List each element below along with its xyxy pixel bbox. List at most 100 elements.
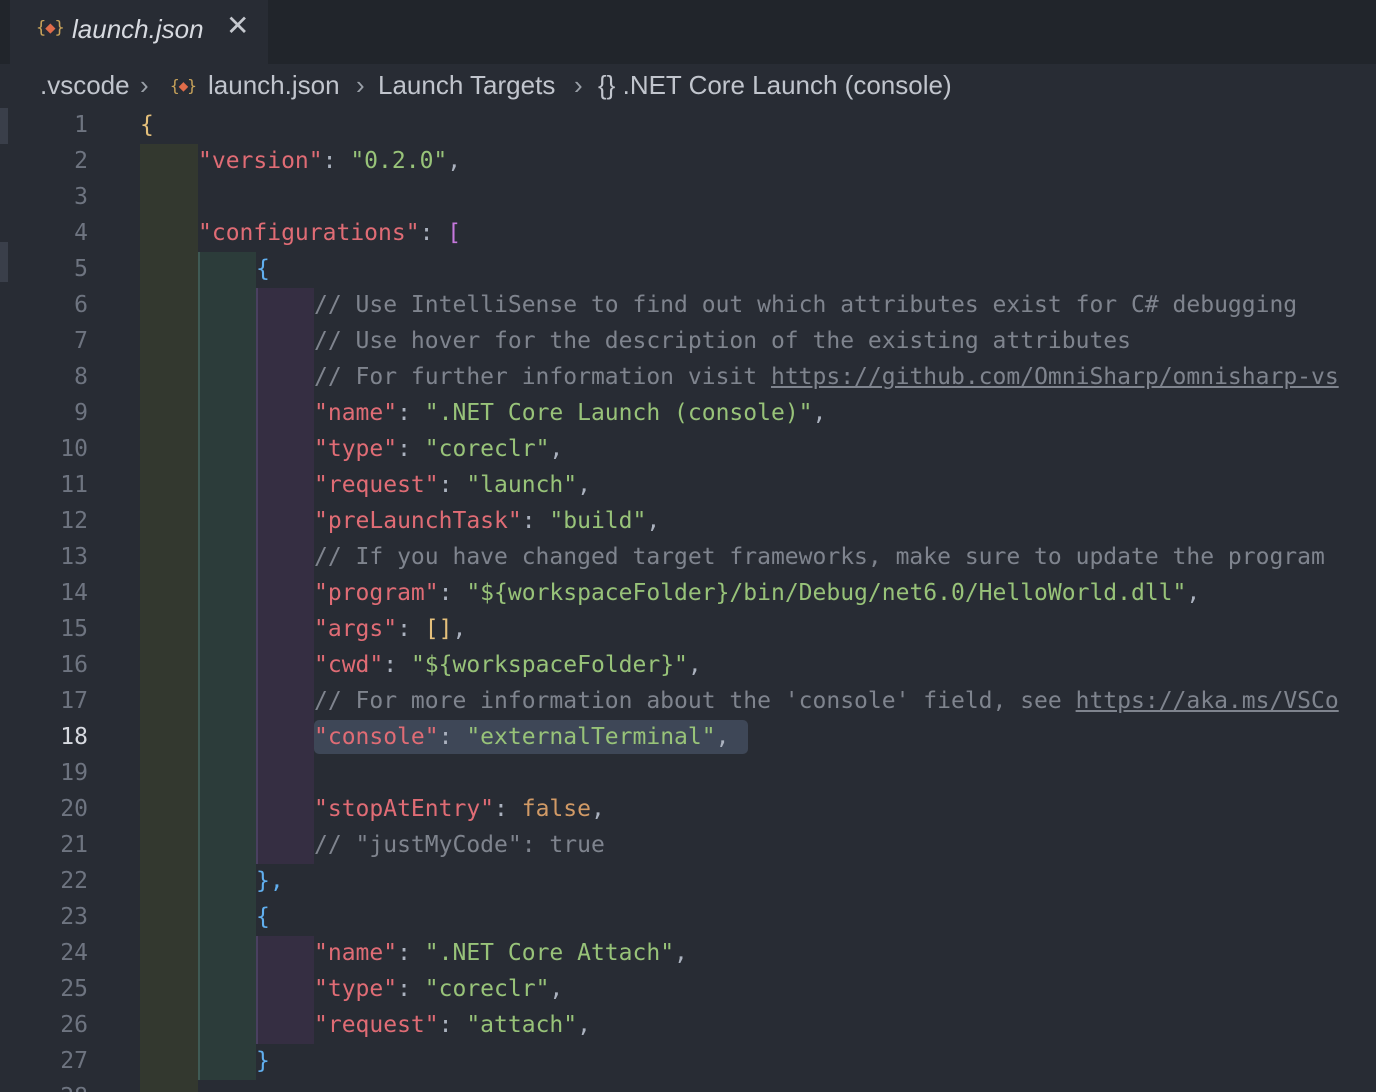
chevron-right-icon: › (356, 70, 365, 100)
line-number: 8 (74, 364, 88, 390)
line-number: 10 (60, 436, 88, 462)
code-line: "request": "launch", (314, 472, 591, 498)
code-line-active: "console": "externalTerminal", (314, 724, 730, 750)
indent-guide-level-2 (198, 252, 256, 1080)
line-number: 3 (74, 184, 88, 210)
json-value: [] (424, 616, 453, 642)
code-line: { (256, 256, 270, 282)
line-number: 24 (60, 940, 88, 966)
line-number: 19 (60, 760, 88, 786)
json-key: "cwd" (314, 652, 384, 678)
comment-link[interactable]: https://aka.ms/VSCo (1076, 688, 1339, 714)
chevron-right-icon: › (574, 70, 583, 100)
breadcrumb: .vscode › {◆} launch.json › Launch Targe… (0, 64, 1376, 108)
line-number: 20 (60, 796, 88, 822)
json-braces-icon: {◆} (170, 76, 197, 95)
json-brace: }, (256, 868, 284, 894)
json-value: "coreclr" (424, 976, 550, 1002)
line-number: 13 (60, 544, 88, 570)
json-braces-icon: {◆} (36, 18, 65, 38)
code-line: "cwd": "${workspaceFolder}", (314, 652, 702, 678)
json-value: ".NET Core Launch (console)" (424, 400, 813, 426)
json-value: false (521, 796, 591, 822)
code-line: "name": ".NET Core Launch (console)", (314, 400, 827, 426)
line-number-active: 18 (60, 724, 88, 750)
json-key: "preLaunchTask" (314, 508, 522, 534)
code-line: "name": ".NET Core Attach", (314, 940, 688, 966)
line-number: 27 (60, 1048, 88, 1074)
line-number: 21 (60, 832, 88, 858)
json-value: "0.2.0" (350, 148, 448, 174)
json-value: "${workspaceFolder}/bin/Debug/net6.0/Hel… (466, 580, 1187, 606)
line-number: 23 (60, 904, 88, 930)
line-number: 15 (60, 616, 88, 642)
json-key: "program" (314, 580, 439, 606)
line-number: 1 (74, 112, 88, 138)
code-line: "preLaunchTask": "build", (314, 508, 661, 534)
code-comment: // Use IntelliSense to find out which at… (314, 292, 1298, 318)
code-comment: // For further information visit (314, 364, 771, 390)
json-key: "name" (314, 940, 398, 966)
code-line: }, (256, 868, 284, 894)
json-key: "request" (314, 472, 439, 498)
indent-guide-level-3 (256, 288, 314, 864)
close-icon[interactable]: ✕ (226, 12, 249, 40)
line-number: 6 (74, 292, 88, 318)
json-key: "request" (314, 1012, 439, 1038)
breadcrumb-item-launch-targets[interactable]: Launch Targets (378, 70, 555, 101)
json-value: ".NET Core Attach" (424, 940, 675, 966)
line-number: 5 (74, 256, 88, 282)
code-line: "type": "coreclr", (314, 436, 564, 462)
line-number: 14 (60, 580, 88, 606)
indent-guide-level-1 (140, 144, 198, 1092)
breadcrumb-item-config[interactable]: {} .NET Core Launch (console) (598, 70, 952, 101)
code-comment: // For more information about the 'conso… (314, 688, 1076, 714)
breadcrumb-item-file[interactable]: launch.json (208, 70, 340, 101)
line-number: 9 (74, 400, 88, 426)
json-value: "attach" (466, 1012, 578, 1038)
json-value: "launch" (466, 472, 578, 498)
json-value: "externalTerminal" (466, 724, 716, 750)
json-key: "args" (314, 616, 398, 642)
json-key: "stopAtEntry" (314, 796, 495, 822)
code-comment: // "justMyCode": true (314, 832, 605, 858)
line-number: 11 (60, 472, 88, 498)
indent-guide-line (256, 936, 258, 1044)
code-line: { (140, 112, 154, 138)
breadcrumb-item-vscode[interactable]: .vscode (40, 70, 130, 101)
code-line: "args": [], (314, 616, 467, 642)
json-value: "coreclr" (424, 436, 550, 462)
code-line: "configurations": [ (198, 220, 462, 246)
line-number: 2 (74, 148, 88, 174)
line-number: 28 (0, 1084, 88, 1092)
code-line: "request": "attach", (314, 1012, 591, 1038)
json-key: "version" (198, 148, 323, 174)
line-number: 12 (60, 508, 88, 534)
code-line: "type": "coreclr", (314, 976, 564, 1002)
json-value: "build" (549, 508, 647, 534)
json-key: "configurations" (198, 220, 420, 246)
json-key: "name" (314, 400, 398, 426)
code-editor[interactable]: 1 2 3 4 5 6 7 8 9 10 11 12 13 14 15 16 1… (0, 108, 1376, 1092)
tab-title: launch.json (72, 14, 204, 44)
line-number: 4 (74, 220, 88, 246)
tab-launch-json[interactable]: {◆} launch.json ✕ (10, 0, 268, 64)
line-number: 26 (60, 1012, 88, 1038)
indent-guide-line (256, 288, 258, 864)
line-number: 17 (60, 688, 88, 714)
json-key: "type" (314, 436, 398, 462)
json-key: "console" (314, 724, 439, 750)
code-line: "stopAtEntry": false, (314, 796, 605, 822)
line-number: 16 (60, 652, 88, 678)
code-line: "version": "0.2.0", (198, 148, 462, 174)
line-number: 22 (60, 868, 88, 894)
line-number: 25 (60, 976, 88, 1002)
comment-link[interactable]: https://github.com/OmniSharp/omnisharp-v… (771, 364, 1339, 390)
json-value: "${workspaceFolder}" (410, 652, 688, 678)
json-bracket: [ (447, 220, 462, 246)
code-comment: // If you have changed target frameworks… (314, 544, 1325, 570)
indent-guide-line (198, 252, 200, 1080)
tab-bar: {◆} launch.json ✕ (0, 0, 1376, 64)
code-line: // For more information about the 'conso… (314, 688, 1339, 714)
code-line: { (256, 904, 270, 930)
